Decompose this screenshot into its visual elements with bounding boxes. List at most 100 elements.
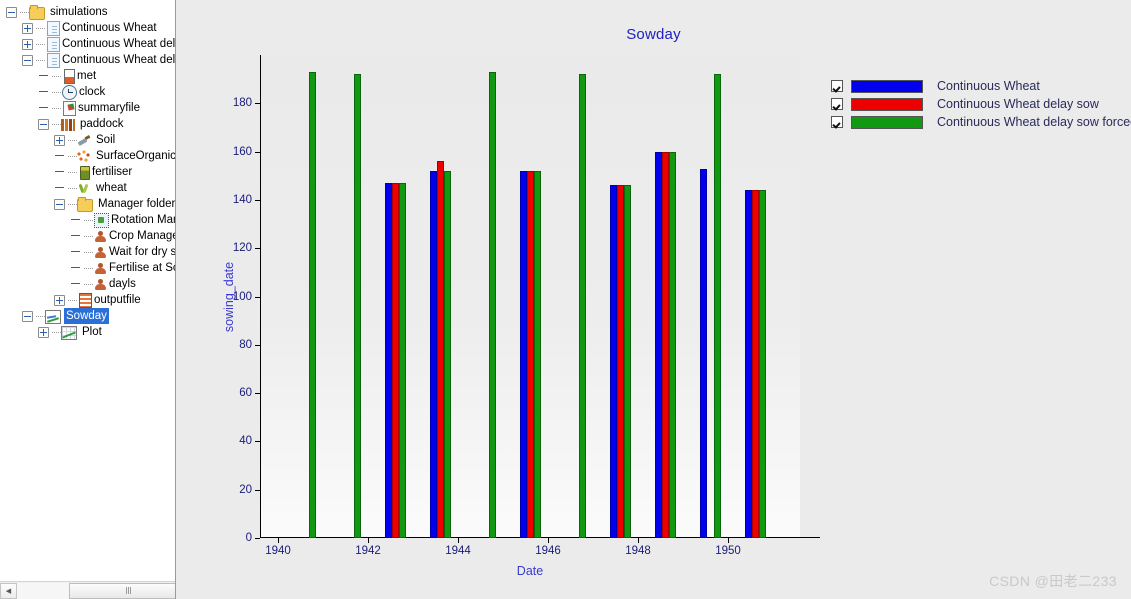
tree-item-soil[interactable]: Soil (0, 132, 117, 148)
tree-item-sowday[interactable]: Sowday (0, 308, 109, 324)
tree-item-surfaceorganicma[interactable]: SurfaceOrganicMa (0, 148, 175, 164)
tree-item-label: SurfaceOrganicMa (96, 150, 175, 162)
tree-item-plot[interactable]: Plot (0, 324, 104, 340)
y-axis-tick (255, 296, 260, 298)
tree-spacer (70, 215, 81, 226)
tree-spacer (70, 279, 81, 290)
document-icon (47, 21, 60, 36)
tree-horizontal-scrollbar[interactable]: ◀ ▶ (0, 581, 175, 599)
expand-icon[interactable] (22, 22, 33, 34)
tree-item-rotation-mana[interactable]: Rotation Mana (0, 212, 175, 228)
tree-spacer (38, 87, 49, 98)
tree-item-simulations[interactable]: simulations (0, 4, 110, 20)
tree-item-wheat[interactable]: wheat (0, 180, 129, 196)
met-icon (64, 69, 75, 84)
collapse-icon[interactable] (6, 6, 17, 18)
chart-bar (758, 190, 766, 538)
simulation-tree[interactable]: simulations Continuous Wheat Continuous Wh… (0, 0, 175, 581)
collapse-icon[interactable] (22, 54, 33, 66)
tree-item-continuous-wheat[interactable]: Continuous Wheat (0, 20, 159, 36)
y-axis-tick-label: 160 (232, 145, 252, 158)
paddock-icon (61, 119, 75, 131)
legend-row[interactable]: Continuous Wheat delay sow forced (831, 115, 1131, 129)
legend-checkbox[interactable] (831, 80, 843, 92)
tree-item-met[interactable]: met (0, 68, 98, 84)
expand-icon[interactable] (54, 134, 65, 146)
tree-connector (84, 228, 93, 244)
clock-icon (62, 85, 77, 100)
plot-icon (61, 326, 77, 340)
collapse-icon[interactable] (38, 118, 49, 130)
tree-spacer (70, 247, 81, 258)
tree-connector (68, 148, 77, 164)
tree-item-wait-for-dry-su[interactable]: Wait for dry su (0, 244, 175, 260)
grip-line-icon (125, 587, 127, 594)
chart-legend[interactable]: Continuous Wheat Continuous Wheat delay s… (831, 79, 1131, 129)
tree-item-label: dayls (109, 278, 136, 290)
outputfile-icon (79, 293, 92, 308)
folder-icon (77, 196, 93, 212)
y-axis-tick (255, 151, 260, 153)
surface-organic-matter-icon (77, 150, 91, 163)
tree-item-dayls[interactable]: dayls (0, 276, 138, 292)
tree-item-continuous-wheat-delay-s[interactable]: Continuous Wheat delay s (0, 36, 175, 52)
tree-item-fertiliser[interactable]: fertiliser (0, 164, 134, 180)
tree-item-continuous-wheat-delay-s[interactable]: Continuous Wheat delay s (0, 52, 175, 68)
tree-item-label: Continuous Wheat delay s (62, 38, 175, 50)
tree-connector (68, 292, 77, 308)
expand-icon[interactable] (54, 294, 65, 306)
chart-bar (609, 185, 617, 538)
tree-item-manager-folder[interactable]: Manager folder (0, 196, 175, 212)
y-axis-tick (255, 248, 260, 250)
tree-connector (36, 308, 45, 324)
tree-item-label: Wait for dry su (109, 246, 175, 258)
x-axis-tick (638, 538, 639, 543)
legend-checkbox[interactable] (831, 116, 843, 128)
y-axis-tick (255, 393, 260, 395)
summaryfile-icon (63, 101, 76, 116)
y-axis-tick-label: 80 (239, 338, 252, 351)
chart-bar (616, 185, 624, 538)
document-icon (47, 53, 60, 68)
tree-item-outputfile[interactable]: outputfile (0, 292, 143, 308)
expand-icon[interactable] (22, 38, 33, 50)
tree-item-label: Manager folder (98, 198, 175, 210)
chart-bar (578, 74, 586, 538)
y-axis-tick-label: 180 (232, 97, 252, 110)
scrollbar-thumb[interactable] (69, 582, 175, 599)
watermark: CSDN @田老二233 (989, 573, 1117, 589)
chart-bar (308, 71, 316, 538)
chart-bar (654, 151, 662, 538)
tree-item-crop-managen[interactable]: Crop Managen (0, 228, 175, 244)
legend-row[interactable]: Continuous Wheat delay sow (831, 97, 1131, 111)
y-axis-line (260, 55, 261, 538)
scroll-left-button[interactable]: ◀ (0, 582, 17, 599)
x-axis-tick (278, 538, 279, 543)
y-axis-tick (255, 199, 260, 201)
y-axis-tick-label: 40 (239, 435, 252, 448)
tree-item-clock[interactable]: clock (0, 84, 107, 100)
tree-connector (68, 196, 77, 212)
tree-item-paddock[interactable]: paddock (0, 116, 125, 132)
collapse-icon[interactable] (22, 310, 33, 322)
tree-item-summaryfile[interactable]: summaryfile (0, 100, 142, 116)
tree-connector (36, 52, 45, 68)
collapse-icon[interactable] (54, 198, 65, 210)
expand-icon[interactable] (38, 326, 49, 338)
tree-item-fertilise-at-sow[interactable]: Fertilise at Sow (0, 260, 175, 276)
x-axis-tick-label: 1948 (625, 545, 651, 557)
y-axis-tick-label: 100 (232, 290, 252, 303)
legend-row[interactable]: Continuous Wheat (831, 79, 1131, 93)
chart-bar (443, 170, 451, 538)
scrollbar-track[interactable] (17, 582, 175, 599)
legend-checkbox[interactable] (831, 98, 843, 110)
y-axis-tick-label: 0 (245, 532, 252, 544)
x-axis-tick-label: 1940 (265, 545, 291, 557)
